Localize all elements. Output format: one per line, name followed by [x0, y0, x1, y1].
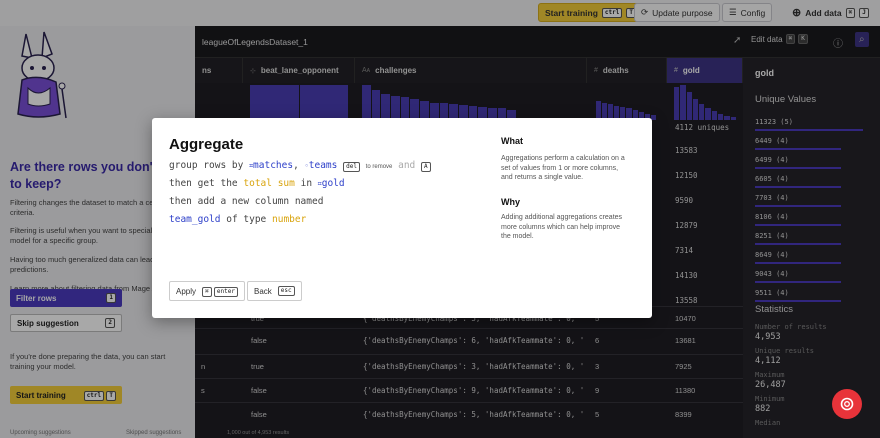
group-column-chip[interactable]: matches	[253, 160, 293, 171]
why-heading: Why	[501, 197, 520, 207]
help-chat-button[interactable]	[832, 389, 862, 419]
what-text: Aggregations perform a calculation on a …	[501, 155, 625, 181]
group-by-line: group rows by ⌗matches, ◦teams del to re…	[169, 160, 431, 172]
back-button[interactable]: Back esc	[247, 281, 302, 301]
new-column-line: then add a new column named	[169, 196, 324, 207]
column-type-line: team_gold of type number	[169, 214, 306, 225]
group-column-chip[interactable]: teams	[309, 160, 338, 171]
aggregation-function[interactable]: total sum	[243, 178, 294, 189]
remove-hint: to remove	[365, 164, 393, 170]
line-text: then get the	[169, 178, 238, 189]
aggregate-modal: Aggregate group rows by ⌗matches, ◦teams…	[152, 118, 652, 318]
why-text: Adding additional aggregations creates m…	[501, 214, 623, 240]
aggregation-column[interactable]: gold	[322, 178, 345, 189]
aggregation-line: then get the total sum in ⌗gold	[169, 178, 345, 189]
shortcut-key: enter	[213, 286, 238, 297]
line-text: of type	[226, 214, 267, 225]
modal-title: Aggregate	[169, 136, 244, 153]
column-type-select[interactable]: number	[272, 214, 306, 225]
shortcut-key: del	[343, 162, 360, 172]
apply-label: Apply	[176, 286, 197, 296]
back-label: Back	[254, 286, 272, 296]
apply-button[interactable]: Apply ⌘ enter	[169, 281, 245, 301]
line-text: group rows by	[169, 160, 244, 171]
shortcut-key: esc	[277, 286, 295, 296]
new-column-name-input[interactable]: team_gold	[169, 214, 220, 225]
shortcut-key: A	[421, 162, 431, 172]
shortcut-key: ⌘	[202, 286, 212, 297]
what-heading: What	[501, 136, 523, 146]
and-text[interactable]: and	[398, 160, 415, 171]
lifebuoy-icon	[840, 397, 854, 411]
line-text: in	[300, 178, 313, 189]
